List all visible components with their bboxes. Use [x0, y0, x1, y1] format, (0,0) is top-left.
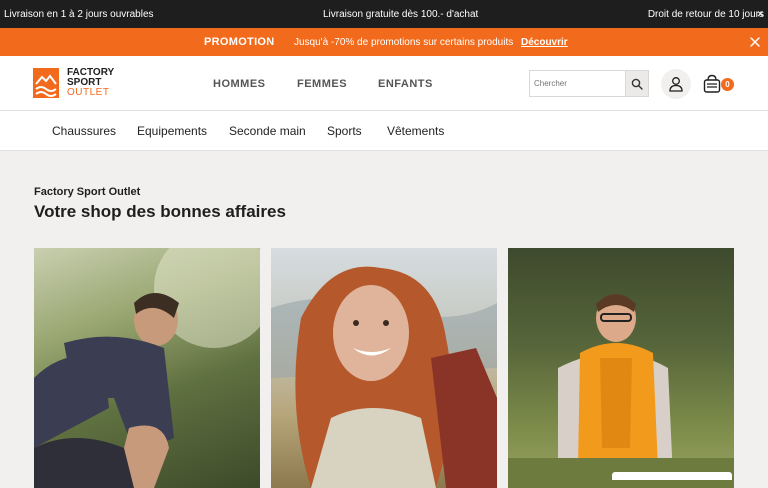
promo-text: Jusqu'à -70% de promotions sur certains … [294, 36, 514, 48]
hero-title: Votre shop des bonnes affaires [34, 202, 286, 221]
category-second-hand[interactable]: Seconde main [229, 124, 306, 138]
category-sports[interactable]: Sports [327, 124, 362, 138]
promo-banner: PROMOTION Jusqu'à -70% de promotions sur… [0, 28, 768, 56]
promo-discover-link[interactable]: Découvrir [521, 37, 568, 48]
nav-women[interactable]: FEMMES [297, 78, 347, 90]
info-bar: Livraison en 1 à 2 jours ouvrables Livra… [0, 0, 768, 28]
account-button[interactable] [661, 69, 691, 99]
category-equipment[interactable]: Equipements [137, 124, 207, 138]
promo-title: PROMOTION [204, 36, 275, 48]
photo-woman-hiker [271, 266, 497, 488]
search-box [529, 70, 649, 97]
close-icon[interactable]: ✕ [756, 9, 764, 20]
logo-icon [33, 68, 59, 98]
nav-kids[interactable]: ENFANTS [378, 78, 433, 90]
free-shipping-text: Livraison gratuite dès 100.- d'achat [323, 8, 479, 20]
photo-man-outdoor [34, 248, 260, 488]
search-icon [631, 78, 643, 90]
kids-category-image[interactable] [508, 248, 734, 488]
women-category-image[interactable] [271, 248, 497, 488]
nav-men[interactable]: HOMMES [213, 78, 266, 90]
photo-boy-vest [508, 294, 734, 488]
search-button[interactable] [625, 71, 648, 96]
category-clothing[interactable]: Vêtements [387, 124, 444, 138]
category-shoes[interactable]: Chaussures [52, 124, 116, 138]
delivery-time-text: Livraison en 1 à 2 jours ouvrables [4, 8, 154, 20]
close-icon[interactable] [749, 36, 761, 48]
basket-icon[interactable] [703, 74, 721, 94]
category-nav: Chaussures Equipements Seconde main Spor… [0, 111, 768, 151]
men-category-image[interactable] [34, 248, 260, 488]
hero-eyebrow: Factory Sport Outlet [34, 186, 141, 198]
site-header: FACTORY SPORT OUTLET HOMMES FEMMES ENFAN… [0, 56, 768, 111]
logo-wordmark: FACTORY SPORT OUTLET [67, 67, 115, 98]
search-input[interactable] [530, 71, 625, 96]
cookie-banner-edge [612, 472, 732, 480]
cart-count-badge: 0 [721, 78, 734, 91]
return-policy-text: Droit de retour de 10 jours [647, 8, 764, 20]
site-logo[interactable]: FACTORY SPORT OUTLET [33, 68, 114, 98]
user-icon [669, 77, 683, 92]
